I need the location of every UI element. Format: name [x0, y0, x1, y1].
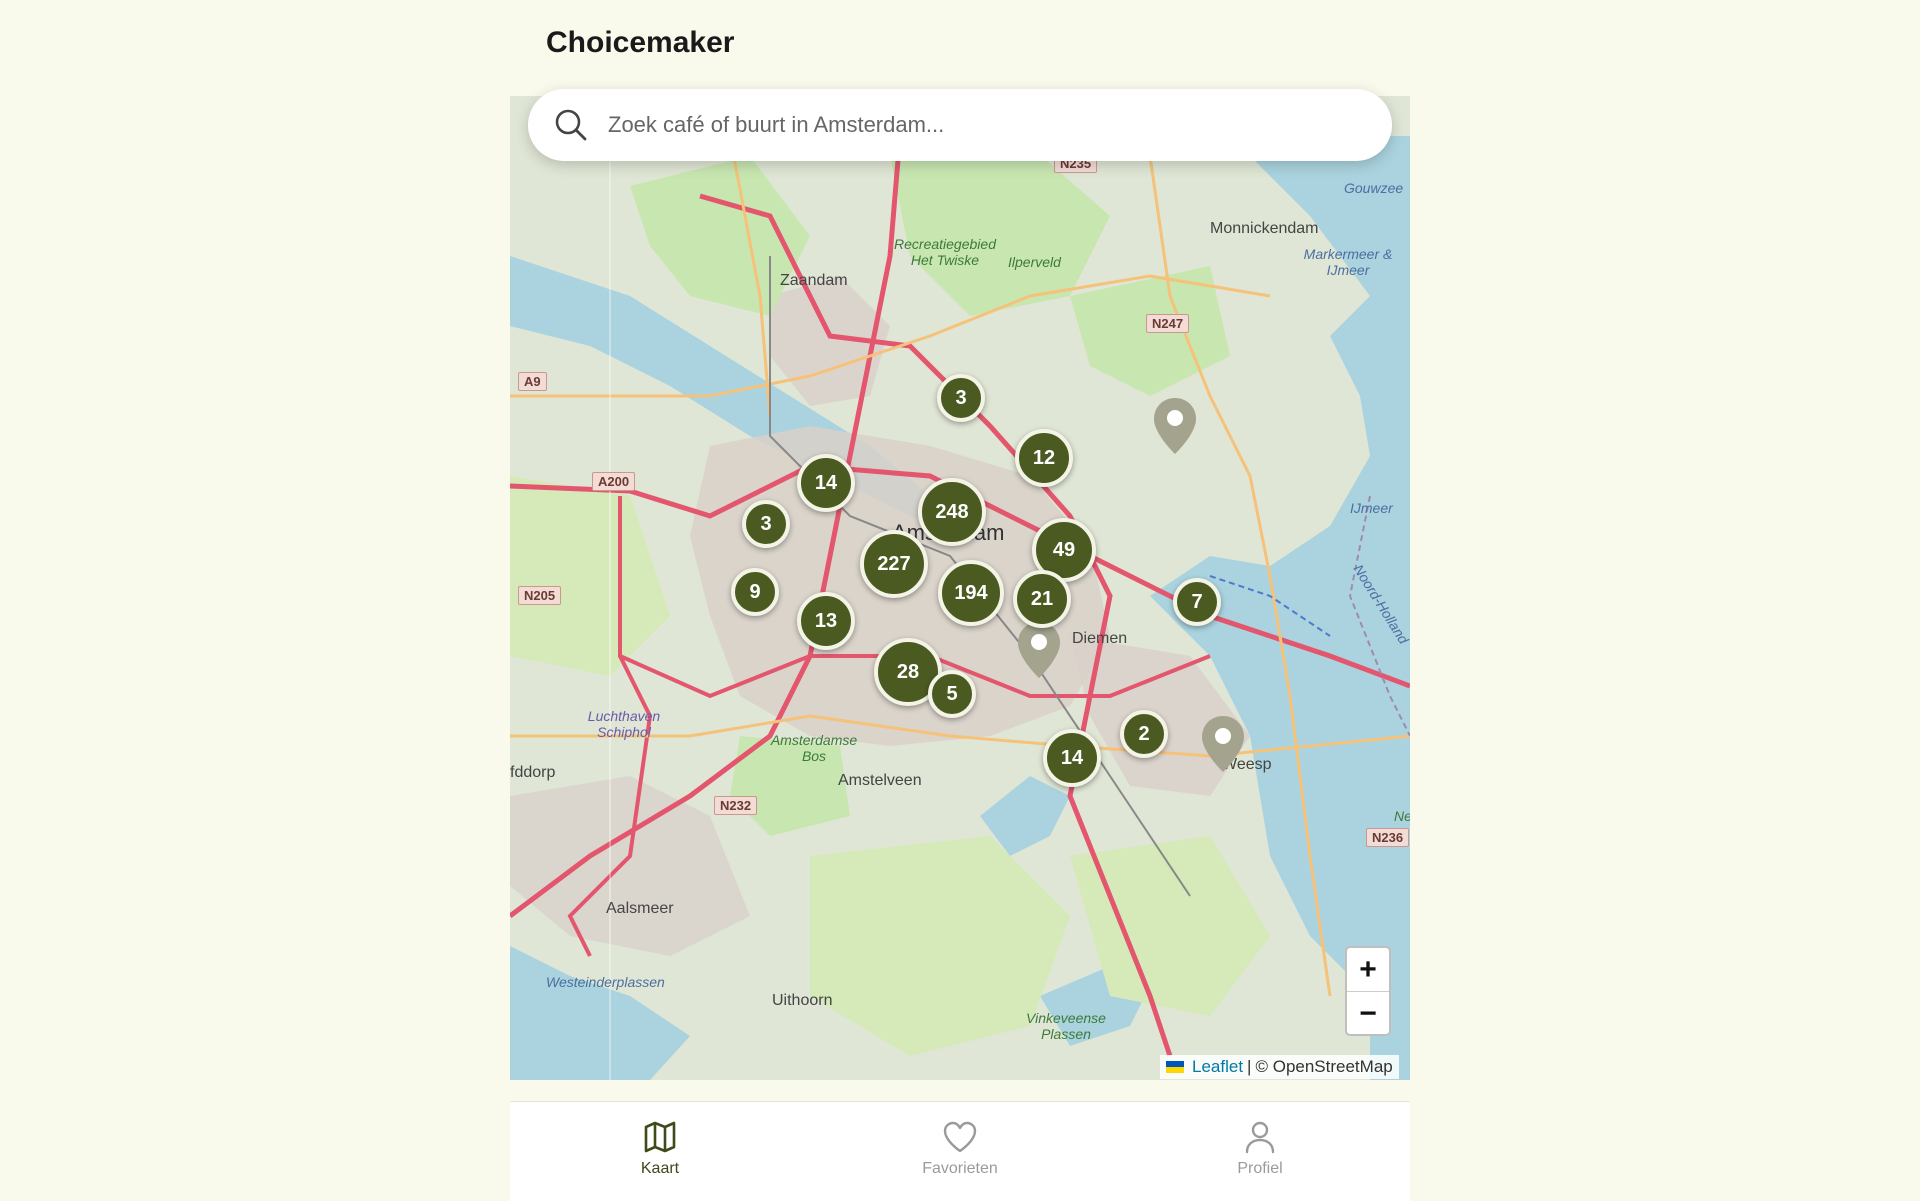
ukraine-flag-icon [1166, 1061, 1184, 1073]
label-amstelveen: Amstelveen [838, 772, 922, 789]
shield-a200: A200 [592, 472, 636, 491]
nav-item-profile[interactable]: Profiel [1110, 1102, 1410, 1201]
location-pin-marker[interactable] [1200, 714, 1246, 774]
user-icon [1245, 1121, 1275, 1154]
map-attribution: Leaflet | © OpenStreetMap [1160, 1055, 1399, 1079]
app-title: Choicemaker [546, 26, 735, 59]
label-amsterdamse-bos: Amsterdamse Bos [770, 732, 858, 764]
attribution-separator: | [1247, 1057, 1252, 1076]
cluster-marker[interactable]: 7 [1173, 578, 1221, 626]
search-bar[interactable] [528, 89, 1392, 161]
shield-a9: A9 [518, 372, 547, 391]
cluster-marker[interactable]: 5 [928, 670, 976, 718]
label-diemen: Diemen [1072, 630, 1128, 647]
map-icon [644, 1121, 676, 1153]
label-westeinderplassen: Westeinderplassen [546, 974, 665, 990]
cluster-marker[interactable]: 21 [1013, 570, 1071, 628]
label-markermeer: Markermeer & IJmeer [1303, 246, 1393, 278]
osm-attribution[interactable]: © OpenStreetMap [1255, 1057, 1392, 1077]
location-pin-marker[interactable] [1016, 620, 1062, 680]
cluster-marker[interactable]: 2 [1120, 710, 1168, 758]
zoom-in-button[interactable]: + [1347, 948, 1389, 992]
location-pin-marker[interactable] [1152, 396, 1198, 456]
cluster-marker[interactable]: 9 [731, 568, 779, 616]
cluster-marker[interactable]: 3 [937, 374, 985, 422]
shield-n236: N236 [1366, 828, 1410, 847]
cluster-marker[interactable]: 248 [918, 478, 986, 546]
leaflet-link[interactable]: Leaflet [1192, 1057, 1243, 1077]
label-aalsmeer: Aalsmeer [606, 900, 674, 917]
bottom-navigation: Kaart Favorieten Profiel [510, 1101, 1410, 1201]
cluster-marker[interactable]: 13 [797, 592, 855, 650]
cluster-marker[interactable]: 14 [1043, 729, 1101, 787]
shield-n247: N247 [1146, 314, 1190, 333]
nav-label-map: Kaart [640, 1160, 680, 1177]
label-monnickendam: Monnickendam [1210, 220, 1319, 237]
search-icon [555, 109, 587, 141]
label-zaandam: Zaandam [780, 272, 848, 289]
search-input[interactable] [606, 111, 1370, 139]
cluster-marker[interactable]: 14 [797, 454, 855, 512]
cluster-marker[interactable]: 227 [860, 530, 928, 598]
label-recreatiegebied: Recreatiegebied Het Twiske [894, 236, 996, 268]
map-view[interactable]: Zaandam Amsterdam Monnickendam Diemen We… [510, 96, 1410, 1080]
shield-n232: N232 [714, 796, 758, 815]
cluster-marker[interactable]: 12 [1015, 429, 1073, 487]
heart-icon [943, 1121, 977, 1153]
shield-n205: N205 [518, 586, 562, 605]
nav-label-profile: Profiel [1237, 1160, 1283, 1177]
cluster-marker[interactable]: 194 [938, 560, 1004, 626]
label-gouwzee: Gouwzee [1344, 180, 1404, 196]
label-uithoorn: Uithoorn [772, 992, 833, 1009]
nav-item-map[interactable]: Kaart [510, 1102, 810, 1201]
label-vinkeveense: Vinkeveense Plassen [1026, 1010, 1106, 1042]
label-ijmeer: IJmeer [1350, 500, 1393, 516]
zoom-out-button[interactable]: − [1347, 992, 1389, 1034]
nav-label-favorites: Favorieten [922, 1160, 998, 1177]
label-schiphol: Luchthaven Schiphol [587, 708, 661, 740]
zoom-control: + − [1345, 946, 1391, 1036]
label-hoofddorp: fddorp [510, 764, 556, 781]
label-nl: Ne [1394, 808, 1410, 824]
nav-item-favorites[interactable]: Favorieten [810, 1102, 1110, 1201]
label-ilperveld: Ilperveld [1008, 254, 1061, 270]
cluster-marker[interactable]: 3 [742, 500, 790, 548]
